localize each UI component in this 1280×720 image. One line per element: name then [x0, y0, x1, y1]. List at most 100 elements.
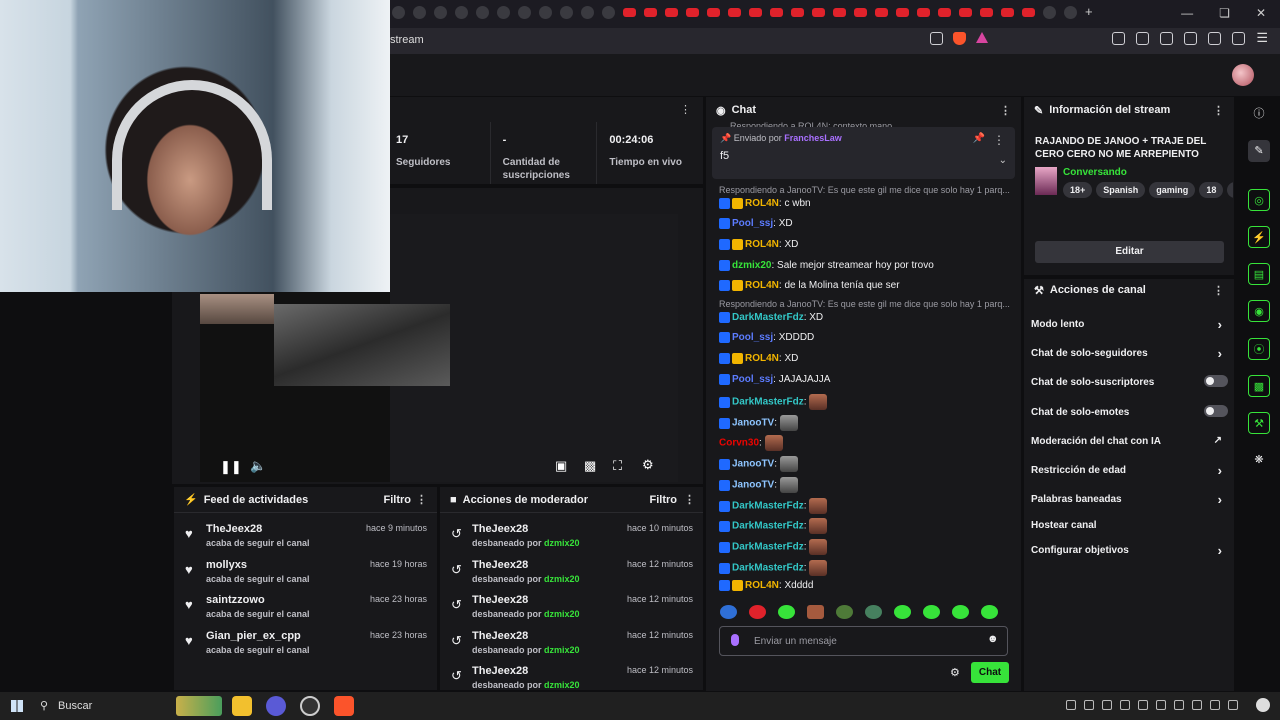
obs-icon[interactable]	[300, 696, 320, 716]
emote-icon[interactable]	[720, 605, 737, 619]
chat-username[interactable]: ROL4N	[745, 280, 779, 291]
chat-message[interactable]: ROL4N: Xdddd	[719, 580, 813, 591]
emote-icon[interactable]	[764, 435, 783, 451]
chat-message[interactable]: JanooTV:	[719, 415, 798, 431]
emote-icon[interactable]	[779, 456, 798, 472]
chat-message[interactable]: Pool_ssj: XDDDD	[719, 332, 814, 343]
sidebar-icon[interactable]	[1160, 32, 1174, 45]
youtube-tab-icon[interactable]	[707, 8, 720, 17]
tag[interactable]: gaming	[1149, 182, 1196, 198]
network-icon[interactable]	[1120, 700, 1130, 710]
share-icon[interactable]	[930, 32, 943, 45]
wallet-icon[interactable]	[1184, 32, 1198, 45]
volume-tray-icon[interactable]	[1138, 700, 1148, 710]
prime-badge-icon[interactable]	[719, 417, 730, 429]
emote-icon[interactable]	[778, 605, 795, 619]
tag[interactable]: lef	[1227, 182, 1233, 198]
emote-icon[interactable]	[836, 605, 853, 619]
file-explorer-icon[interactable]	[232, 696, 252, 716]
emoji-picker-icon[interactable]: ☻	[987, 633, 999, 645]
pin-icon[interactable]: 📌	[973, 133, 985, 144]
bluetooth-icon[interactable]	[1174, 700, 1184, 710]
emote-icon[interactable]	[809, 560, 828, 576]
discord-tray-icon[interactable]	[1102, 700, 1112, 710]
youtube-tab-icon[interactable]	[875, 8, 888, 17]
chat-username[interactable]: DarkMasterFdz	[732, 312, 804, 323]
broadcast-icon[interactable]: ⦿	[1248, 338, 1270, 360]
chat-username[interactable]: DarkMasterFdz	[732, 542, 804, 553]
chat-message[interactable]: ROL4N: XD	[719, 239, 798, 250]
chat-username[interactable]: JanooTV	[732, 459, 774, 470]
user-avatar[interactable]	[1232, 64, 1254, 86]
tab-icon[interactable]	[1064, 6, 1077, 19]
emote-icon[interactable]	[779, 415, 798, 431]
chat-bubble-icon[interactable]: ◉	[1248, 300, 1270, 322]
edit-pencil-icon[interactable]: ✎	[1248, 140, 1270, 162]
restore-icon[interactable]: ❏	[1219, 6, 1230, 20]
theatre-mode-icon[interactable]: ▩	[584, 458, 596, 474]
chat-username[interactable]: Corvn30	[719, 438, 759, 449]
chat-username[interactable]: ROL4N	[745, 198, 779, 209]
chat-username[interactable]: Pool_ssj	[732, 218, 773, 229]
leo-ai-icon[interactable]	[1208, 32, 1222, 45]
weather-widget-icon[interactable]	[176, 696, 222, 716]
chat-message[interactable]: DarkMasterFdz:	[719, 539, 828, 555]
chat-message[interactable]: DarkMasterFdz:	[719, 560, 828, 576]
settings-gear-icon[interactable]: ⚙	[642, 457, 654, 473]
prime-badge-icon[interactable]	[719, 520, 730, 532]
emote-icon[interactable]	[749, 605, 766, 619]
layout-icon[interactable]: ▩	[1248, 375, 1270, 397]
lightning-icon[interactable]: ⚡	[1248, 226, 1270, 248]
action-emotes-only[interactable]: Chat de solo-emotes	[1031, 405, 1228, 418]
category-thumbnail[interactable]	[1035, 167, 1057, 195]
youtube-tab-icon[interactable]	[833, 8, 846, 17]
extensions-icon[interactable]: ❋	[1248, 449, 1270, 471]
picture-in-picture-icon[interactable]: ▣	[555, 458, 567, 474]
tag[interactable]: 18	[1199, 182, 1224, 198]
prime-badge-icon[interactable]	[719, 479, 730, 491]
action-followers-only[interactable]: Chat de solo-seguidores ›	[1031, 346, 1228, 361]
action-subscribers-only[interactable]: Chat de solo-suscriptores	[1031, 375, 1228, 388]
list-item[interactable]: ↺ TheJeex28 desbaneado por dzmix20 hace …	[440, 624, 703, 660]
tab-icon[interactable]	[434, 6, 447, 19]
tab-icon[interactable]	[1043, 6, 1056, 19]
chat-username[interactable]: DarkMasterFdz	[732, 521, 804, 532]
toggle-switch[interactable]	[1204, 405, 1228, 417]
action-ai-moderation[interactable]: Moderación del chat con IA ↗	[1031, 435, 1228, 447]
moderator-name[interactable]: dzmix20	[544, 645, 580, 655]
edit-button[interactable]: Editar	[1035, 241, 1224, 263]
target-icon[interactable]: ◎	[1248, 189, 1270, 211]
microphone-icon[interactable]	[731, 634, 739, 646]
action-slow-mode[interactable]: Modo lento ›	[1031, 317, 1228, 332]
url-text[interactable]: stream	[390, 34, 424, 46]
music-icon[interactable]	[1136, 32, 1150, 45]
prime-badge-icon[interactable]	[719, 312, 730, 323]
tray-app-icon[interactable]	[1192, 700, 1202, 710]
emote-icon[interactable]	[981, 605, 998, 619]
wifi-icon[interactable]	[1156, 700, 1166, 710]
crown-badge-icon[interactable]	[732, 280, 743, 291]
tab-icon[interactable]	[455, 6, 468, 19]
youtube-tab-icon[interactable]	[938, 8, 951, 17]
prime-badge-icon[interactable]	[719, 396, 730, 408]
prime-badge-icon[interactable]	[719, 260, 730, 271]
youtube-tab-icon[interactable]	[728, 8, 741, 17]
emote-icon[interactable]	[809, 498, 828, 514]
chat-username[interactable]: JanooTV	[732, 480, 774, 491]
emote-icon[interactable]	[894, 605, 911, 619]
chat-settings-icon[interactable]: ⚙	[950, 666, 960, 679]
moderator-name[interactable]: dzmix20	[544, 680, 580, 690]
youtube-tab-icon[interactable]	[896, 8, 909, 17]
kebab-icon[interactable]: ⋮	[1213, 284, 1224, 297]
chat-message[interactable]: Pool_ssj: XD	[719, 218, 793, 229]
microphone-tray-icon[interactable]	[1228, 700, 1238, 710]
youtube-tab-icon[interactable]	[1022, 8, 1035, 17]
filter-button[interactable]: Filtro	[650, 494, 678, 506]
emote-icon[interactable]	[923, 605, 940, 619]
youtube-tab-icon[interactable]	[1001, 8, 1014, 17]
moderator-name[interactable]: dzmix20	[544, 574, 580, 584]
chat-message[interactable]: ROL4N: de la Molina tenía que ser	[719, 280, 900, 291]
kebab-icon[interactable]: ⋮	[993, 133, 1005, 147]
brave-rewards-icon[interactable]	[976, 32, 988, 43]
minimize-icon[interactable]: —	[1181, 6, 1193, 20]
